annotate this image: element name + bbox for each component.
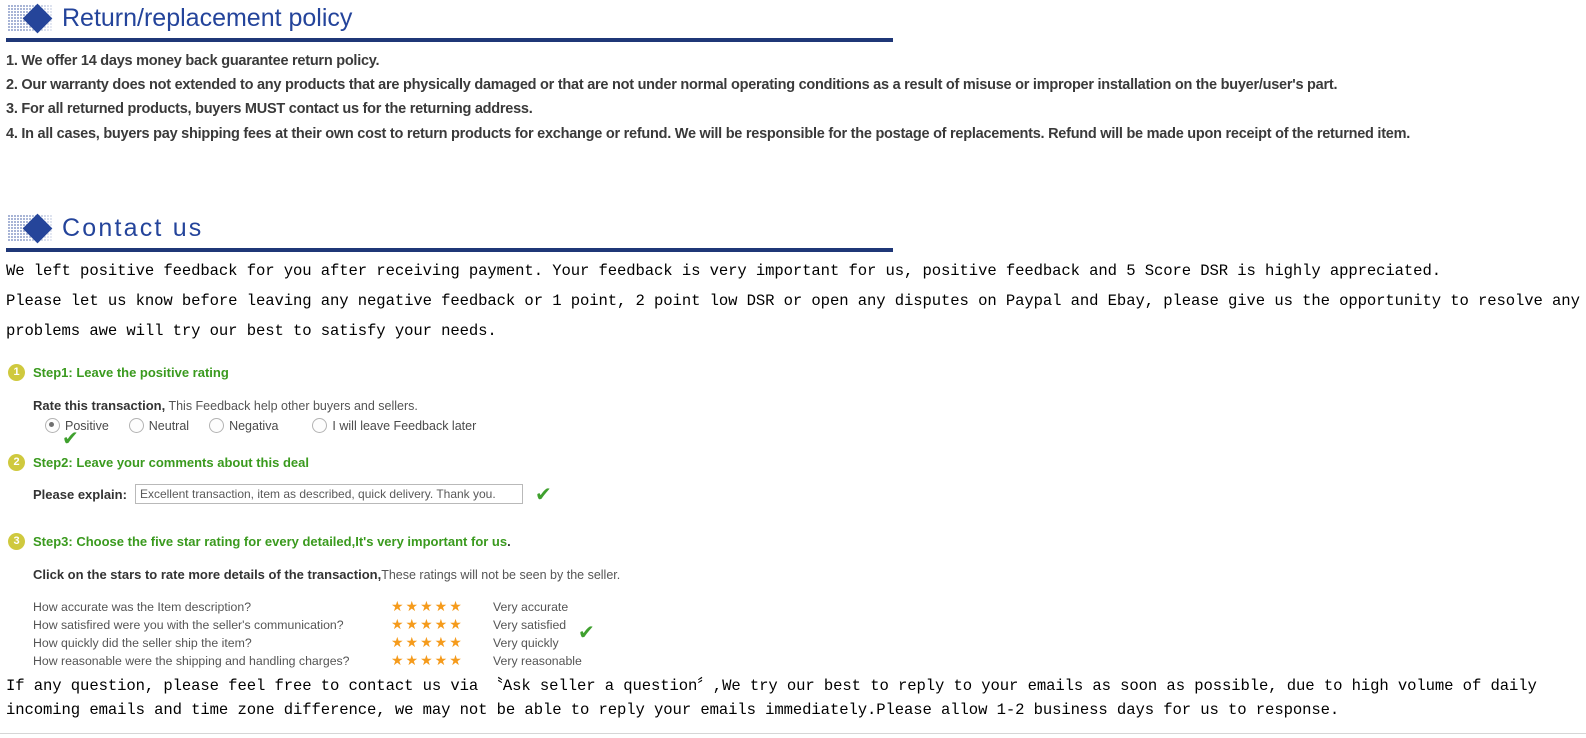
- policy-item-1: 1. We offer 14 days money back guarantee…: [6, 53, 380, 69]
- rating-stars-3[interactable]: ★★★★★: [391, 634, 481, 652]
- radio-icon-feedback-later[interactable]: [312, 418, 328, 433]
- policy-item-3: 3. For all returned products, buyers MUS…: [6, 101, 533, 117]
- explain-row: Please explain: ✔: [33, 484, 552, 504]
- check-icon-step3: ✔: [578, 620, 595, 644]
- header-divider: [6, 38, 893, 42]
- detailed-ratings-table: How accurate was the Item description? ★…: [33, 598, 582, 670]
- rating-radio-group: Positive Neutral Negativa I will leave F…: [45, 418, 488, 433]
- table-row: How satisfired were you with the seller'…: [33, 616, 582, 634]
- contact-paragraph-2: Please let us know before leaving any ne…: [6, 292, 1580, 340]
- step-3-row: 3 Step3: Choose the five star rating for…: [8, 533, 511, 550]
- rating-question-3: How quickly did the seller ship the item…: [33, 636, 252, 650]
- radio-option-neutral[interactable]: Neutral: [128, 418, 190, 433]
- radio-icon-negativa[interactable]: [209, 418, 225, 433]
- step-3-label-text: Step3: Choose the five star rating for e…: [33, 534, 508, 549]
- rate-transaction-label: Rate this transaction,: [33, 398, 166, 413]
- policy-item-4: 4. In all cases, buyers pay shipping fee…: [6, 126, 1411, 142]
- diamond-grid-icon: [8, 213, 64, 244]
- radio-label-negativa: Negativa: [229, 418, 279, 433]
- check-icon-step2: ✔: [534, 482, 552, 506]
- closing-paragraph-2: incoming emails and time zone difference…: [6, 701, 1340, 719]
- policy-item-2: 2. Our warranty does not extended to any…: [6, 77, 1338, 93]
- contact-paragraph-1: We left positive feedback for you after …: [6, 262, 1441, 280]
- contact-us-title: Contact us: [62, 214, 204, 242]
- star-icons[interactable]: ★★★★★: [391, 617, 464, 633]
- rate-transaction-hint: This Feedback help other buyers and sell…: [165, 399, 418, 413]
- rate-transaction-line: Rate this transaction, This Feedback hel…: [33, 398, 418, 413]
- table-row: How quickly did the seller ship the item…: [33, 634, 582, 652]
- star-icons[interactable]: ★★★★★: [391, 653, 464, 669]
- rating-question-1: How accurate was the Item description?: [33, 600, 252, 614]
- explain-input[interactable]: [134, 484, 523, 504]
- step-1-label-text: Step1: Leave the positive rating: [33, 365, 229, 380]
- radio-label-feedback-later: I will leave Feedback later: [332, 418, 477, 433]
- rating-word-1: Very accurate: [493, 600, 569, 614]
- step-1-row: 1 Step1: Leave the positive rating: [8, 364, 229, 381]
- rating-question-2: How satisfired were you with the seller'…: [33, 618, 344, 632]
- click-stars-label: Click on the stars to rate more details …: [33, 567, 382, 582]
- contact-us-header: Contact us: [0, 210, 893, 252]
- rating-stars-4[interactable]: ★★★★★: [391, 652, 481, 670]
- rating-word-2: Very satisfied: [493, 618, 567, 632]
- radio-icon-positive[interactable]: [45, 418, 60, 433]
- click-stars-hint: These ratings will not be seen by the se…: [381, 568, 621, 582]
- step-2-label-text: Step2: Leave your comments about this de…: [33, 455, 309, 470]
- step-3-label-tail: .: [507, 534, 511, 549]
- rating-stars-1[interactable]: ★★★★★: [391, 598, 481, 616]
- radio-label-neutral: Neutral: [148, 418, 190, 433]
- rating-question-4: How reasonable were the shipping and han…: [33, 654, 350, 668]
- step-3-badge: 3: [8, 533, 25, 550]
- star-icons[interactable]: ★★★★★: [391, 635, 464, 651]
- diamond-grid-icon: [8, 3, 64, 34]
- radio-option-negativa[interactable]: Negativa: [209, 418, 278, 433]
- check-icon-step1: ✔: [62, 426, 79, 450]
- rating-stars-2[interactable]: ★★★★★: [391, 616, 481, 634]
- radio-option-feedback-later[interactable]: I will leave Feedback later: [312, 418, 476, 433]
- return-policy-title: Return/replacement policy: [62, 4, 353, 32]
- step-2-badge: 2: [8, 454, 25, 471]
- page-bottom-divider: [0, 733, 1586, 734]
- step-1-badge: 1: [8, 364, 25, 381]
- radio-icon-neutral[interactable]: [128, 418, 144, 433]
- step-2-label: Step2: Leave your comments about this de…: [33, 455, 309, 470]
- step-1-label: Step1: Leave the positive rating: [33, 365, 229, 380]
- explain-label: Please explain:: [33, 486, 127, 502]
- step-2-row: 2 Step2: Leave your comments about this …: [8, 454, 309, 471]
- step-3-label: Step3: Choose the five star rating for e…: [33, 534, 511, 549]
- rating-word-4: Very reasonable: [493, 654, 582, 668]
- click-stars-line: Click on the stars to rate more details …: [33, 567, 620, 582]
- header-divider: [6, 248, 893, 252]
- table-row: How accurate was the Item description? ★…: [33, 598, 582, 616]
- star-icons[interactable]: ★★★★★: [391, 599, 464, 615]
- table-row: How reasonable were the shipping and han…: [33, 652, 582, 670]
- return-policy-header: Return/replacement policy: [0, 0, 893, 42]
- rating-word-3: Very quickly: [493, 636, 559, 650]
